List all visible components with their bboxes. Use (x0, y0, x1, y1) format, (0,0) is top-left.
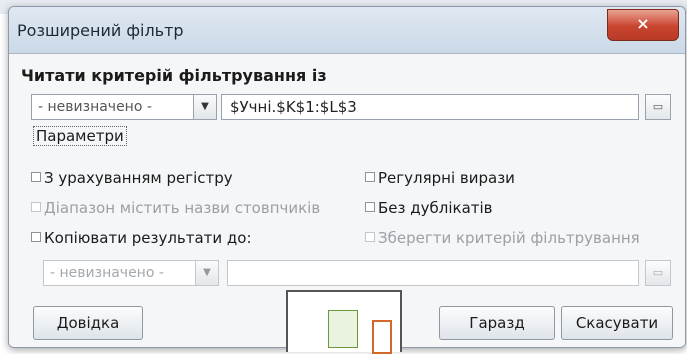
copy-target-input (227, 260, 639, 286)
checkbox-box[interactable] (31, 231, 41, 242)
checkbox-box[interactable] (365, 171, 375, 182)
case-sensitive-checkbox[interactable]: З урахуванням регістру (31, 169, 233, 187)
regex-label: Регулярні вирази (378, 169, 515, 187)
office-document-icon (372, 320, 392, 354)
header-row-label: Діапазон містить назви стовпчиків (44, 199, 321, 217)
checkbox-box[interactable] (31, 171, 41, 182)
no-duplicates-checkbox[interactable]: Без дублікатів (365, 199, 493, 217)
criteria-range-select-value: - невизначено - (38, 99, 152, 115)
options-expander[interactable]: Параметри (33, 126, 127, 146)
title-bar[interactable]: Розширений фільтр × (9, 7, 685, 54)
checkbox-box (31, 201, 41, 212)
case-sensitive-label: З урахуванням регістру (44, 169, 233, 187)
criteria-heading: Читати критерій фільтрування із (21, 66, 327, 85)
shrink-dialog-icon: ▭ (652, 100, 664, 113)
checkbox-box (365, 231, 375, 242)
dialog-title: Розширений фільтр (17, 21, 184, 40)
copy-results-checkbox[interactable]: Копіювати результати до: (31, 229, 252, 247)
keep-criteria-checkbox: Зберегти критерій фільтрування (365, 229, 640, 247)
chevron-down-icon: ▼ (195, 261, 218, 285)
checkbox-box[interactable] (365, 201, 375, 212)
calc-document-icon (328, 310, 358, 348)
chevron-down-icon[interactable]: ▼ (193, 95, 216, 119)
copy-target-select: - невизначено - ▼ (43, 260, 219, 286)
cancel-button[interactable]: Скасувати (561, 306, 673, 340)
spreadsheet-app-icon (286, 290, 402, 354)
ok-button[interactable]: Гаразд (439, 306, 555, 340)
shrink-dialog-icon: ▭ (652, 266, 664, 279)
close-button[interactable]: × (607, 9, 679, 41)
keep-criteria-label: Зберегти критерій фільтрування (378, 229, 640, 247)
regex-checkbox[interactable]: Регулярні вирази (365, 169, 515, 187)
close-icon: × (636, 14, 650, 33)
copy-target-select-value: - невизначено - (50, 265, 164, 281)
header-row-checkbox: Діапазон містить назви стовпчиків (31, 199, 320, 217)
criteria-range-input[interactable]: $Учні.$K$1:$L$3 (221, 94, 639, 120)
help-button[interactable]: Довідка (33, 306, 143, 340)
no-duplicates-label: Без дублікатів (378, 199, 493, 217)
copy-results-label: Копіювати результати до: (44, 229, 252, 247)
criteria-range-select[interactable]: - невизначено - ▼ (31, 94, 217, 120)
copy-target-shrink-button: ▭ (645, 260, 671, 286)
shrink-dialog-button[interactable]: ▭ (645, 94, 671, 120)
